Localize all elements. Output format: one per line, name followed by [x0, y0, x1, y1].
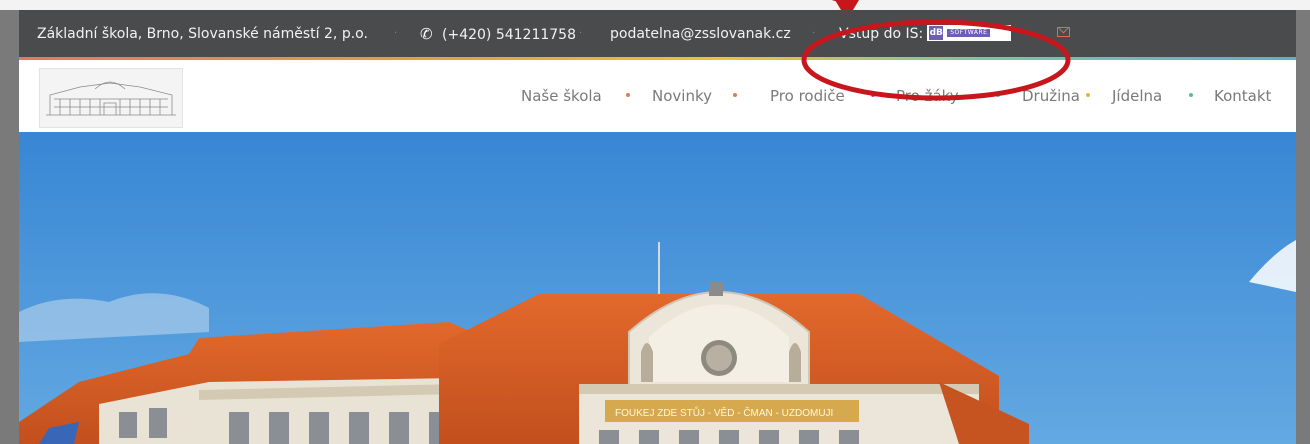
nav-item-nase-skola[interactable]: Naše škola	[521, 60, 602, 132]
nav-item-kontakt[interactable]: Kontakt	[1214, 60, 1271, 132]
separator: ·	[579, 28, 583, 39]
contact-bar: Základní škola, Brno, Slovanské náměstí …	[19, 10, 1296, 58]
email-link[interactable]: podatelna@zsslovanak.cz	[610, 10, 791, 58]
browser-top-strip	[0, 0, 1310, 10]
school-logo[interactable]	[39, 68, 183, 128]
hero-image: FOUKEJ ZDE STŮJ - VĚD - ČMAN - UZDOMUJI	[19, 132, 1296, 444]
school-name: Základní škola, Brno, Slovanské náměstí …	[37, 26, 368, 42]
school-building-sketch	[46, 81, 176, 116]
nav-separator-dot	[733, 93, 737, 97]
separator: ·	[394, 28, 398, 39]
phone-icon: ✆	[420, 25, 433, 43]
annotation-ellipse	[801, 0, 1071, 101]
main-nav: Naše škola Novinky Pro rodiče Pro žáky D…	[19, 60, 1296, 132]
nav-item-jidelna[interactable]: Jídelna	[1112, 60, 1162, 132]
building-inscription: FOUKEJ ZDE STŮJ - VĚD - ČMAN - UZDOMUJI	[615, 406, 833, 419]
school-building-photo: FOUKEJ ZDE STŮJ - VĚD - ČMAN - UZDOMUJI	[19, 132, 1296, 444]
nav-separator-dot	[1189, 93, 1193, 97]
nav-separator-dot	[626, 93, 630, 97]
page: Základní škola, Brno, Slovanské náměstí …	[19, 10, 1296, 444]
phone-number: (+420) 541211758	[442, 27, 576, 43]
nav-item-novinky[interactable]: Novinky	[652, 60, 712, 132]
nav-separator-dot	[1086, 93, 1090, 97]
phone-link[interactable]: ✆ (+420) 541211758	[420, 10, 576, 58]
